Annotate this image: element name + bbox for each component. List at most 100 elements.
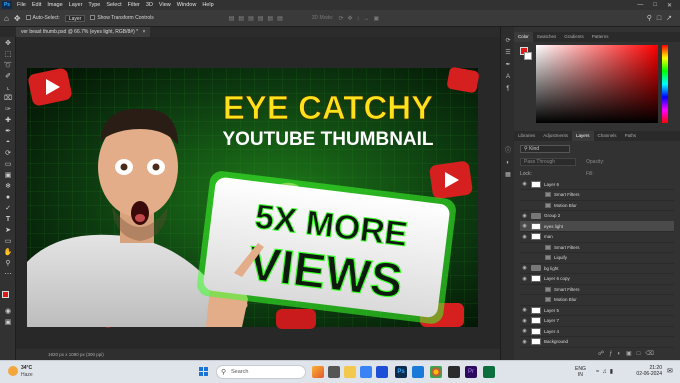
- menu-layer[interactable]: Layer: [66, 2, 86, 8]
- adjust-icon[interactable]: ◐: [504, 159, 512, 167]
- home-icon[interactable]: ⌂: [4, 14, 9, 23]
- auto-select-dropdown[interactable]: Layer: [64, 14, 86, 22]
- canvas-area[interactable]: EYE CATCHY YOUTUBE THUMBNAIL 5X MORE VIE…: [16, 37, 500, 349]
- menu-file[interactable]: File: [14, 2, 29, 8]
- history-icon[interactable]: ⟳: [504, 37, 512, 45]
- layer-row[interactable]: ◉ Layer 6: [520, 179, 674, 190]
- weather-temp[interactable]: 34°C: [21, 365, 32, 371]
- move-tool-icon[interactable]: ✥: [3, 39, 13, 48]
- info-icon[interactable]: ⓘ: [504, 147, 512, 155]
- shape-tool-icon[interactable]: ▭: [3, 237, 13, 246]
- history-brush-tool-icon[interactable]: ⟳: [3, 149, 13, 158]
- properties-icon[interactable]: ☰: [504, 49, 512, 57]
- tab-libraries[interactable]: Libraries: [514, 131, 539, 141]
- taskbar-task-view-icon[interactable]: [328, 366, 340, 378]
- file-explorer-icon[interactable]: [344, 366, 356, 378]
- tab-swatches[interactable]: Swatches: [533, 32, 561, 42]
- layer-panel-footer-icons[interactable]: ☍ƒ◐▣□⌫: [598, 350, 659, 357]
- taskbar-app-icon[interactable]: [360, 366, 372, 378]
- layer-row[interactable]: ◉ bg light: [520, 263, 674, 274]
- more-tools-icon[interactable]: ⋯: [3, 270, 13, 279]
- zoom-tool-icon[interactable]: ⚲: [3, 259, 13, 268]
- eraser-tool-icon[interactable]: ▭: [3, 160, 13, 169]
- crop-tool-icon[interactable]: ⌞: [3, 83, 13, 92]
- menu-select[interactable]: Select: [103, 2, 124, 8]
- menu-view[interactable]: View: [156, 2, 174, 8]
- layer-row[interactable]: ◉ Background: [520, 337, 674, 348]
- blur-tool-icon[interactable]: ❄: [3, 182, 13, 191]
- eyedropper-tool-icon[interactable]: ✑: [3, 105, 13, 114]
- layer-row[interactable]: Motion Blur: [520, 295, 674, 306]
- brush-settings-icon[interactable]: ✒: [504, 61, 512, 69]
- layer-row[interactable]: ◉ man: [520, 232, 674, 243]
- visibility-eye-icon[interactable]: ◉: [520, 318, 529, 324]
- edge-icon[interactable]: [412, 366, 424, 378]
- menu-help[interactable]: Help: [199, 2, 216, 8]
- weather-desc[interactable]: Haze: [21, 372, 33, 378]
- tab-paths[interactable]: Paths: [621, 131, 641, 141]
- stamp-tool-icon[interactable]: ◓: [3, 138, 13, 147]
- layer-row[interactable]: ◉ Layer 4: [520, 326, 674, 337]
- screen-mode-icon[interactable]: ▣: [3, 318, 13, 327]
- character-icon[interactable]: A: [504, 73, 512, 81]
- brush-tool-icon[interactable]: ✒: [3, 127, 13, 136]
- pen-tool-icon[interactable]: ✓: [3, 204, 13, 213]
- tab-color[interactable]: Color: [514, 32, 533, 42]
- visibility-eye-icon[interactable]: ◉: [520, 307, 529, 313]
- taskbar-app-icon-2[interactable]: [448, 366, 460, 378]
- document-tab[interactable]: ver beast thumb.psd @ 66.7% (eyes light,…: [16, 27, 151, 37]
- layer-row[interactable]: ◉ Layer 7: [520, 316, 674, 327]
- tab-adjustments[interactable]: Adjustments: [539, 131, 572, 141]
- healing-tool-icon[interactable]: ✚: [3, 116, 13, 125]
- visibility-eye-icon[interactable]: ◉: [520, 213, 529, 219]
- layer-row[interactable]: ◉ Layer 6 copy: [520, 274, 674, 285]
- layer-kind-filter[interactable]: ⚲ Kind: [520, 145, 570, 153]
- layer-row[interactable]: ◉ Layer 5: [520, 305, 674, 316]
- align-icons[interactable]: ▤▤▤▤▤▤: [229, 15, 287, 22]
- layer-row[interactable]: Smart Filters: [520, 284, 674, 295]
- store-icon[interactable]: [376, 366, 388, 378]
- thumbnail-canvas[interactable]: EYE CATCHY YOUTUBE THUMBNAIL 5X MORE VIE…: [16, 37, 500, 349]
- photoshop-taskbar-icon[interactable]: Ps: [395, 366, 407, 378]
- tab-channels[interactable]: Channels: [594, 131, 621, 141]
- quick-select-tool-icon[interactable]: ✐: [3, 72, 13, 81]
- visibility-eye-icon[interactable]: ◉: [520, 265, 529, 271]
- dodge-tool-icon[interactable]: ●: [3, 193, 13, 202]
- search-icon[interactable]: ⚲: [647, 14, 652, 22]
- layer-row[interactable]: ◉ Group 2: [520, 211, 674, 222]
- quick-mask-icon[interactable]: ◉: [3, 307, 13, 316]
- taskbar-app-widgets[interactable]: [312, 366, 324, 378]
- layer-row[interactable]: Motion Blur: [520, 200, 674, 211]
- visibility-eye-icon[interactable]: ◉: [520, 328, 529, 334]
- tab-gradients[interactable]: Gradients: [560, 32, 588, 42]
- move-tool-icon[interactable]: ✥: [14, 14, 21, 23]
- visibility-eye-icon[interactable]: ◉: [520, 234, 529, 240]
- 3d-icons[interactable]: ⟳✥↕↔▣: [338, 15, 383, 22]
- layer-row[interactable]: ◉ eyes light: [520, 221, 674, 232]
- premiere-icon[interactable]: Pr: [465, 366, 477, 378]
- hand-tool-icon[interactable]: ✋: [3, 248, 13, 257]
- tab-patterns[interactable]: Patterns: [588, 32, 613, 42]
- menu-image[interactable]: Image: [44, 2, 65, 8]
- show-transform-checkbox[interactable]: Show Transform Controls: [90, 15, 154, 21]
- visibility-eye-icon[interactable]: ◉: [520, 181, 529, 187]
- taskbar-app-icon-3[interactable]: [483, 366, 495, 378]
- taskbar-search-box[interactable]: ⚲ Search: [216, 365, 306, 379]
- blend-mode-dropdown[interactable]: Pass Through: [520, 158, 576, 166]
- gradient-tool-icon[interactable]: ▣: [3, 171, 13, 180]
- minimize-icon[interactable]: —: [637, 2, 643, 9]
- menu-type[interactable]: Type: [85, 2, 103, 8]
- windows-start-icon[interactable]: [199, 367, 208, 376]
- lasso-tool-icon[interactable]: ➰: [3, 61, 13, 70]
- menu-window[interactable]: Window: [174, 2, 200, 8]
- marquee-tool-icon[interactable]: ⬚: [3, 50, 13, 59]
- clock[interactable]: 21:20 02-06-2024: [628, 365, 662, 377]
- hue-slider[interactable]: [662, 45, 668, 123]
- auto-select-checkbox[interactable]: Auto-Select:: [25, 15, 60, 21]
- language-indicator[interactable]: ENG IN: [575, 366, 586, 378]
- layer-row[interactable]: Smart Filters: [520, 242, 674, 253]
- notifications-icon[interactable]: ✉: [667, 367, 673, 375]
- menu-filter[interactable]: Filter: [125, 2, 143, 8]
- maximize-icon[interactable]: □: [653, 2, 657, 9]
- close-icon[interactable]: ✕: [667, 2, 672, 9]
